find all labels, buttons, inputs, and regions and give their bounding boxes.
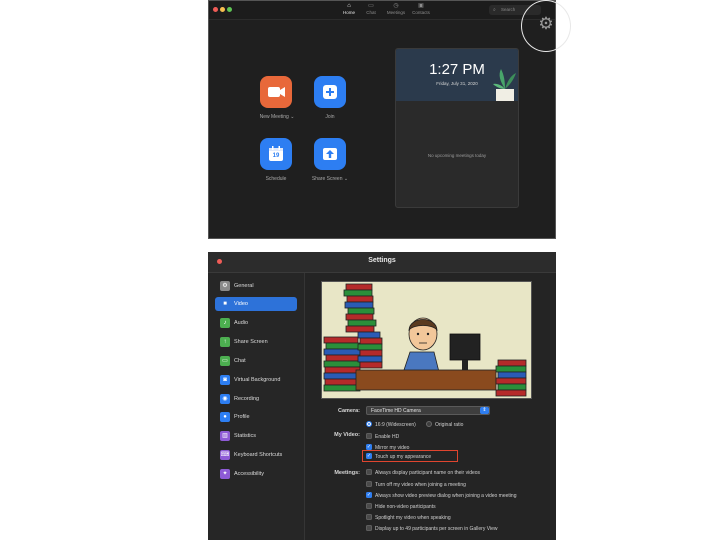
- chat-bubble-icon: ▭: [220, 356, 230, 366]
- sidebar-item-chat[interactable]: ▭ Chat: [215, 354, 297, 368]
- tab-chat[interactable]: ▭ Chat: [358, 3, 384, 15]
- search-icon: ⌕: [493, 7, 496, 13]
- stats-icon: ▥: [220, 431, 230, 441]
- display-participant-name-checkbox[interactable]: [366, 469, 372, 475]
- sidebar-item-accessibility[interactable]: ✦ Accessibility: [215, 467, 297, 481]
- house-icon: ⌂: [347, 3, 351, 9]
- video-preview-dialog-checkbox[interactable]: ✓: [366, 492, 372, 498]
- gallery-49-checkbox[interactable]: [366, 525, 372, 531]
- gallery-49-label: Display up to 49 participants per screen…: [375, 526, 498, 532]
- new-meeting-button[interactable]: [260, 76, 292, 108]
- sidebar-item-general[interactable]: ⚙ General: [215, 279, 297, 293]
- camera-label: Camera:: [337, 408, 360, 414]
- title-bar: ⌂ Home ▭ Chat ◷ Meetings ▣ Contacts ⌕ Se…: [209, 1, 555, 20]
- record-icon: ◉: [220, 394, 230, 404]
- keyboard-icon: ⌨: [220, 450, 230, 460]
- share-screen-button[interactable]: [314, 138, 346, 170]
- sidebar-item-statistics[interactable]: ▥ Statistics: [215, 429, 297, 443]
- sidebar-item-keyboard-shortcuts[interactable]: ⌨ Keyboard Shortcuts: [215, 448, 297, 462]
- clock-icon: ◷: [393, 3, 399, 9]
- enable-hd-label: Enable HD: [375, 434, 400, 440]
- display-participant-name-label: Always display participant name on their…: [375, 470, 481, 476]
- profile-icon: ●: [220, 412, 230, 422]
- sidebar-item-audio[interactable]: ♪ Audio: [215, 316, 297, 330]
- chevron-down-icon: ⌄: [343, 176, 349, 182]
- upcoming-meetings-panel: 1:27 PM Friday, July 31, 2020 No upcomin…: [395, 48, 519, 208]
- meetings-label: Meetings:: [334, 470, 360, 476]
- tab-meetings[interactable]: ◷ Meetings: [383, 3, 409, 15]
- hide-non-video-checkbox[interactable]: [366, 503, 372, 509]
- schedule-button[interactable]: 19: [260, 138, 292, 170]
- gear-icon[interactable]: ⚙: [538, 15, 554, 32]
- sidebar-item-share-screen[interactable]: ↑ Share Screen: [215, 335, 297, 349]
- minimize-window-button[interactable]: [220, 7, 225, 12]
- share-screen-label: Share Screen ⌄: [311, 176, 349, 182]
- join-label: Join: [325, 114, 335, 120]
- meeting-panel-header: 1:27 PM Friday, July 31, 2020: [396, 49, 518, 101]
- sidebar-item-recording[interactable]: ◉ Recording: [215, 392, 297, 406]
- settings-window: Settings ⚙ General ■ Video ♪ Audio ↑ Sha…: [208, 252, 556, 540]
- settings-title: Settings: [368, 257, 396, 264]
- my-video-label: My Video:: [334, 432, 360, 438]
- video-preview-dialog-label: Always show video preview dialog when jo…: [375, 493, 517, 499]
- plus-icon: [323, 85, 337, 99]
- sidebar-item-profile[interactable]: ● Profile: [215, 410, 297, 424]
- turn-off-video-label: Turn off my video when joining a meeting: [375, 482, 466, 488]
- video-camera-icon: ■: [220, 299, 230, 309]
- contacts-icon: ▣: [418, 3, 424, 9]
- schedule-label: Schedule: [265, 176, 287, 182]
- radio-original-ratio[interactable]: [426, 421, 432, 427]
- no-meetings-message: No upcoming meetings today: [427, 153, 487, 158]
- touch-up-appearance-label: Touch up my appearance: [375, 454, 432, 460]
- tab-contacts[interactable]: ▣ Contacts: [408, 3, 434, 15]
- touch-up-appearance-checkbox[interactable]: ✓: [366, 453, 372, 459]
- settings-title-bar: Settings: [208, 252, 556, 273]
- sidebar-item-virtual-background[interactable]: ◙ Virtual Background: [215, 373, 297, 387]
- radio-widescreen[interactable]: [366, 421, 372, 427]
- share-screen-icon: ↑: [220, 337, 230, 347]
- radio-widescreen-label: 16:9 (Widescreen): [375, 422, 416, 428]
- spotlight-video-checkbox[interactable]: [366, 514, 372, 520]
- person-background-icon: ◙: [220, 375, 230, 385]
- gear-icon: ⚙: [220, 281, 230, 291]
- headphones-icon: ♪: [220, 318, 230, 328]
- sidebar-item-video[interactable]: ■ Video: [215, 297, 297, 311]
- new-meeting-label: New Meeting ⌄: [259, 114, 295, 120]
- radio-original-ratio-label: Original ratio: [435, 422, 464, 428]
- chevron-updown-icon: ⇕: [480, 407, 489, 414]
- enable-hd-checkbox[interactable]: [366, 433, 372, 439]
- plant-illustration-icon: [493, 69, 516, 101]
- hide-non-video-label: Hide non-video participants: [375, 504, 436, 510]
- cartoon-person-at-desk-illustration: [322, 282, 531, 398]
- video-preview: [321, 281, 532, 399]
- chat-icon: ▭: [368, 3, 374, 9]
- share-up-arrow-icon: [323, 148, 337, 160]
- calendar-day: 19: [272, 153, 280, 159]
- zoom-window-button[interactable]: [227, 7, 232, 12]
- accessibility-icon: ✦: [220, 469, 230, 479]
- spotlight-video-label: Spotlight my video when speaking: [375, 515, 451, 521]
- camera-select[interactable]: FaceTime HD Camera ⇕: [366, 406, 490, 415]
- settings-sidebar: ⚙ General ■ Video ♪ Audio ↑ Share Screen…: [208, 273, 305, 540]
- close-window-button[interactable]: [213, 7, 218, 12]
- video-camera-icon: [268, 87, 285, 97]
- chevron-down-icon: ⌄: [290, 114, 295, 120]
- join-button[interactable]: [314, 76, 346, 108]
- turn-off-video-checkbox[interactable]: [366, 481, 372, 487]
